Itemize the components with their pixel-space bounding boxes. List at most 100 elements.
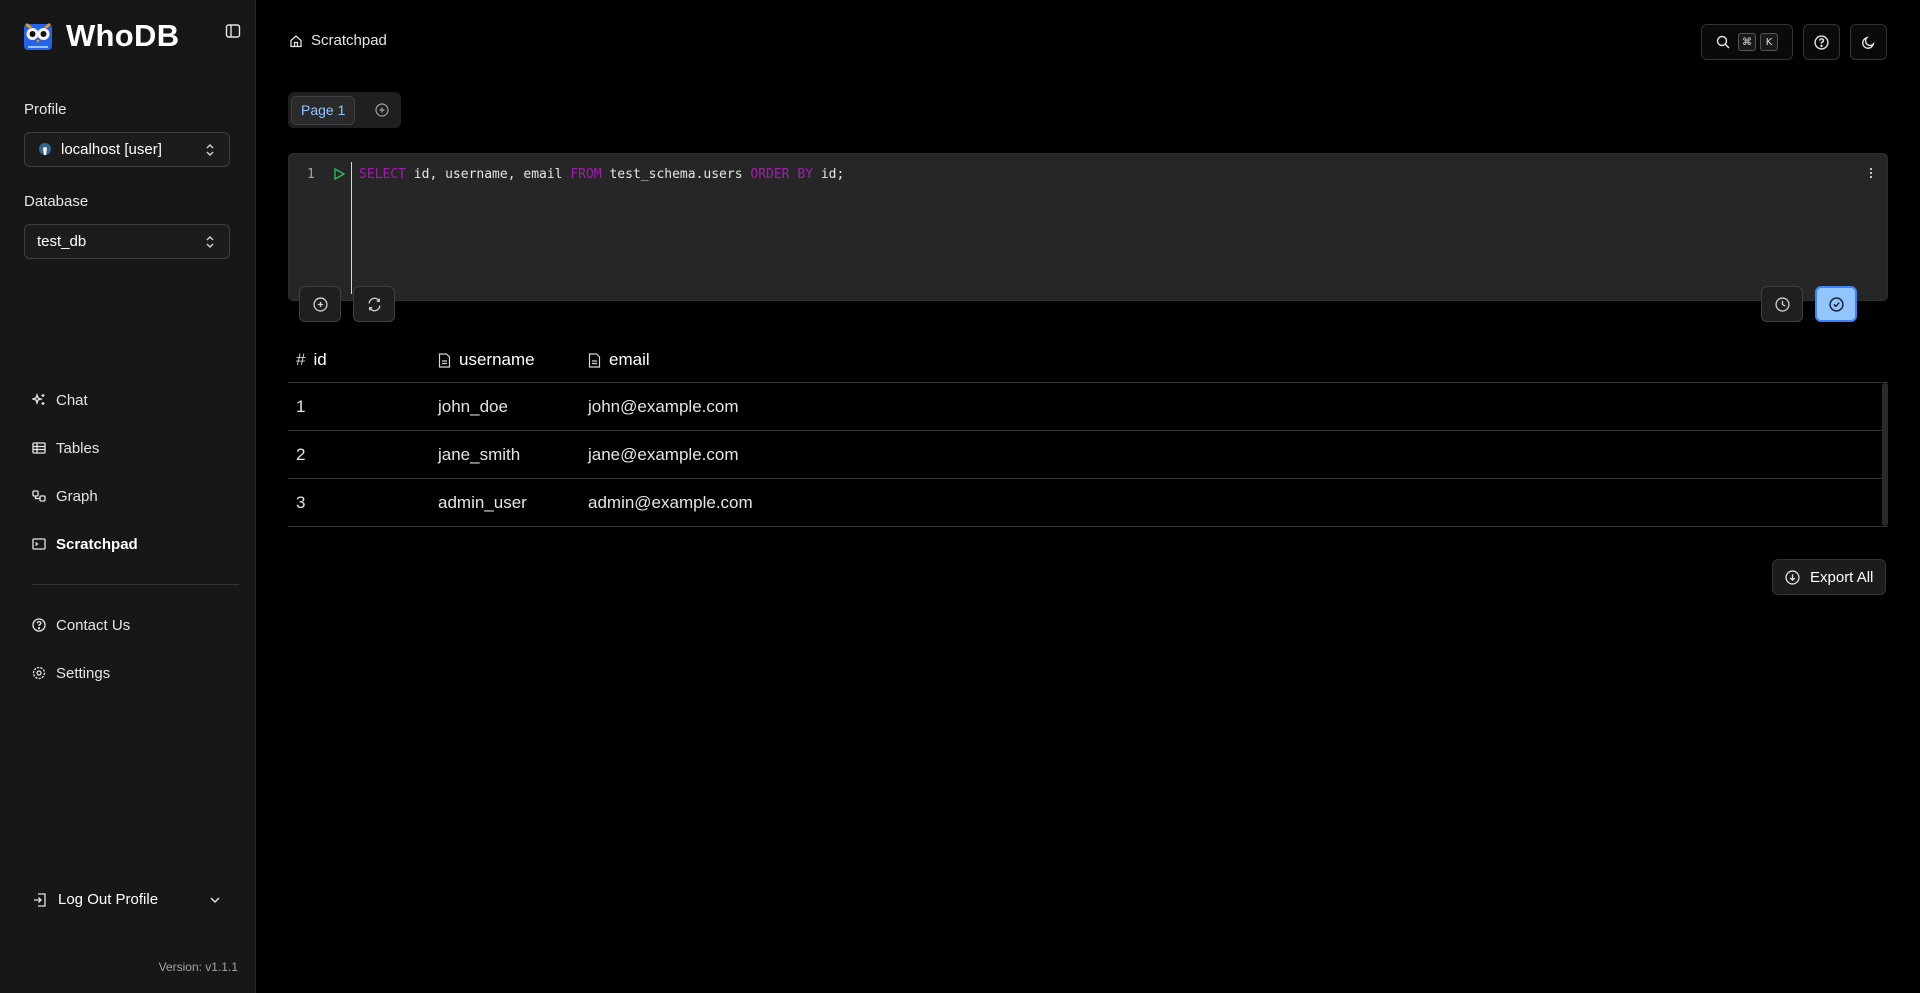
sql-query[interactable]: SELECT id, username, email FROM test_sch… — [359, 167, 844, 182]
graph-icon — [32, 490, 46, 502]
profile-select-value: localhost [user] — [61, 141, 162, 158]
kbd-k: K — [1760, 33, 1778, 51]
table-row[interactable]: 3 admin_user admin@example.com — [288, 479, 1888, 527]
sql-keyword-select: SELECT — [359, 167, 406, 182]
chevrons-up-down-icon — [206, 144, 214, 156]
sql-text-columns: id, username, email — [405, 167, 571, 182]
cell-id[interactable]: 1 — [288, 397, 438, 417]
version-label: Version: v1.1.1 — [158, 960, 238, 974]
sidebar-item-settings[interactable]: Settings — [32, 662, 110, 684]
sidebar-item-label: Graph — [56, 487, 98, 505]
app-name: WhoDB — [66, 18, 180, 53]
theme-toggle-button[interactable] — [1850, 24, 1887, 60]
logout-icon — [34, 892, 46, 907]
more-vertical-icon[interactable] — [1869, 166, 1873, 180]
sidebar-item-label: Tables — [56, 439, 100, 457]
add-page-button[interactable] — [371, 99, 393, 121]
sql-keyword-order-by: ORDER BY — [750, 167, 813, 182]
sidebar-item-graph[interactable]: Graph — [32, 485, 98, 507]
search-icon — [1716, 35, 1730, 49]
column-header-email[interactable]: email — [588, 350, 1888, 370]
plus-circle-icon — [375, 103, 389, 117]
refresh-icon — [368, 297, 380, 311]
brand[interactable]: WhoDB — [22, 18, 179, 54]
table-icon — [32, 442, 46, 454]
postgres-icon — [39, 142, 51, 155]
home-icon — [290, 34, 302, 47]
help-button[interactable] — [1803, 24, 1840, 60]
table-scrollbar[interactable] — [1882, 383, 1888, 526]
sidebar-item-scratchpad[interactable]: Scratchpad — [32, 533, 138, 555]
sidebar-item-tables[interactable]: Tables — [32, 437, 99, 459]
help-circle-icon — [32, 618, 46, 632]
export-all-button[interactable]: Export All — [1772, 559, 1887, 595]
cell-email[interactable]: jane@example.com — [588, 445, 1888, 465]
cell-username[interactable]: john_doe — [438, 397, 588, 417]
sql-editor[interactable]: 1 SELECT id, username, email FROM test_s… — [288, 153, 1888, 301]
page-tabs: Page 1 — [288, 92, 401, 128]
play-icon[interactable] — [333, 168, 345, 180]
sql-text-table: test_schema.users — [601, 167, 751, 182]
sidebar-divider — [32, 584, 239, 585]
cell-username[interactable]: admin_user — [438, 493, 588, 513]
add-cell-button[interactable] — [299, 286, 341, 322]
sparkles-icon — [32, 393, 45, 406]
file-text-icon — [438, 352, 451, 368]
command-search-button[interactable]: ⌘ K — [1701, 24, 1793, 60]
history-button[interactable] — [1761, 286, 1803, 322]
column-name: username — [459, 350, 535, 369]
cell-id[interactable]: 3 — [288, 493, 438, 513]
check-circle-icon — [1828, 296, 1844, 312]
terminal-icon — [32, 538, 46, 550]
chevrons-up-down-icon — [206, 236, 214, 248]
cell-email[interactable]: john@example.com — [588, 397, 1888, 417]
sidebar-item-label: Chat — [56, 391, 88, 409]
editor-cursor — [351, 162, 352, 294]
database-label: Database — [24, 193, 89, 210]
database-select[interactable]: test_db — [24, 224, 230, 259]
sidebar-toggle-button[interactable] — [222, 20, 244, 42]
sql-keyword-from: FROM — [570, 167, 602, 182]
cell-username[interactable]: jane_smith — [438, 445, 588, 465]
sidebar-item-label: Settings — [56, 664, 111, 682]
main-content: Scratchpad ⌘ K Page 1 1 SELECT id, usern… — [257, 0, 1920, 993]
line-number: 1 — [307, 167, 315, 182]
chevron-down-icon — [210, 897, 220, 903]
export-all-label: Export All — [1810, 568, 1874, 586]
breadcrumb-current: Scratchpad — [311, 32, 387, 49]
column-name: email — [609, 350, 650, 369]
sidebar-item-label: Scratchpad — [56, 535, 138, 553]
top-actions: ⌘ K — [1701, 24, 1887, 60]
owl-logo-icon — [24, 23, 52, 50]
column-name: id — [313, 350, 327, 369]
profile-select[interactable]: localhost [user] — [24, 132, 230, 167]
gear-icon — [32, 666, 46, 680]
hash-icon: # — [296, 350, 306, 369]
sidebar-item-chat[interactable]: Chat — [32, 389, 88, 411]
plus-circle-icon — [312, 296, 328, 312]
table-header: # id username email — [288, 338, 1888, 383]
sql-text-order-column: id; — [813, 167, 845, 182]
table-row[interactable]: 1 john_doe john@example.com — [288, 383, 1888, 431]
column-header-id[interactable]: # id — [288, 350, 438, 370]
clock-icon — [1774, 296, 1790, 312]
file-text-icon — [588, 352, 601, 368]
breadcrumb[interactable]: Scratchpad — [289, 32, 387, 49]
logout-label: Log Out Profile — [58, 891, 159, 908]
profile-label: Profile — [24, 101, 67, 118]
logout-button[interactable]: Log Out Profile — [32, 891, 222, 908]
moon-icon — [1862, 35, 1875, 49]
download-circle-icon — [1785, 569, 1800, 585]
sidebar-item-contact-us[interactable]: Contact Us — [32, 614, 130, 636]
results-table: # id username email 1 john_doe john@exam… — [288, 338, 1888, 527]
cell-id[interactable]: 2 — [288, 445, 438, 465]
table-row[interactable]: 2 jane_smith jane@example.com — [288, 431, 1888, 479]
column-header-username[interactable]: username — [438, 350, 588, 370]
refresh-button[interactable] — [353, 286, 395, 322]
sidebar-item-label: Contact Us — [56, 616, 131, 634]
sidebar-toggle-icon — [225, 24, 241, 38]
run-query-button[interactable] — [1815, 286, 1857, 322]
cell-email[interactable]: admin@example.com — [588, 493, 1888, 513]
tab-page-1[interactable]: Page 1 — [291, 95, 356, 125]
kbd-command: ⌘ — [1738, 33, 1756, 51]
